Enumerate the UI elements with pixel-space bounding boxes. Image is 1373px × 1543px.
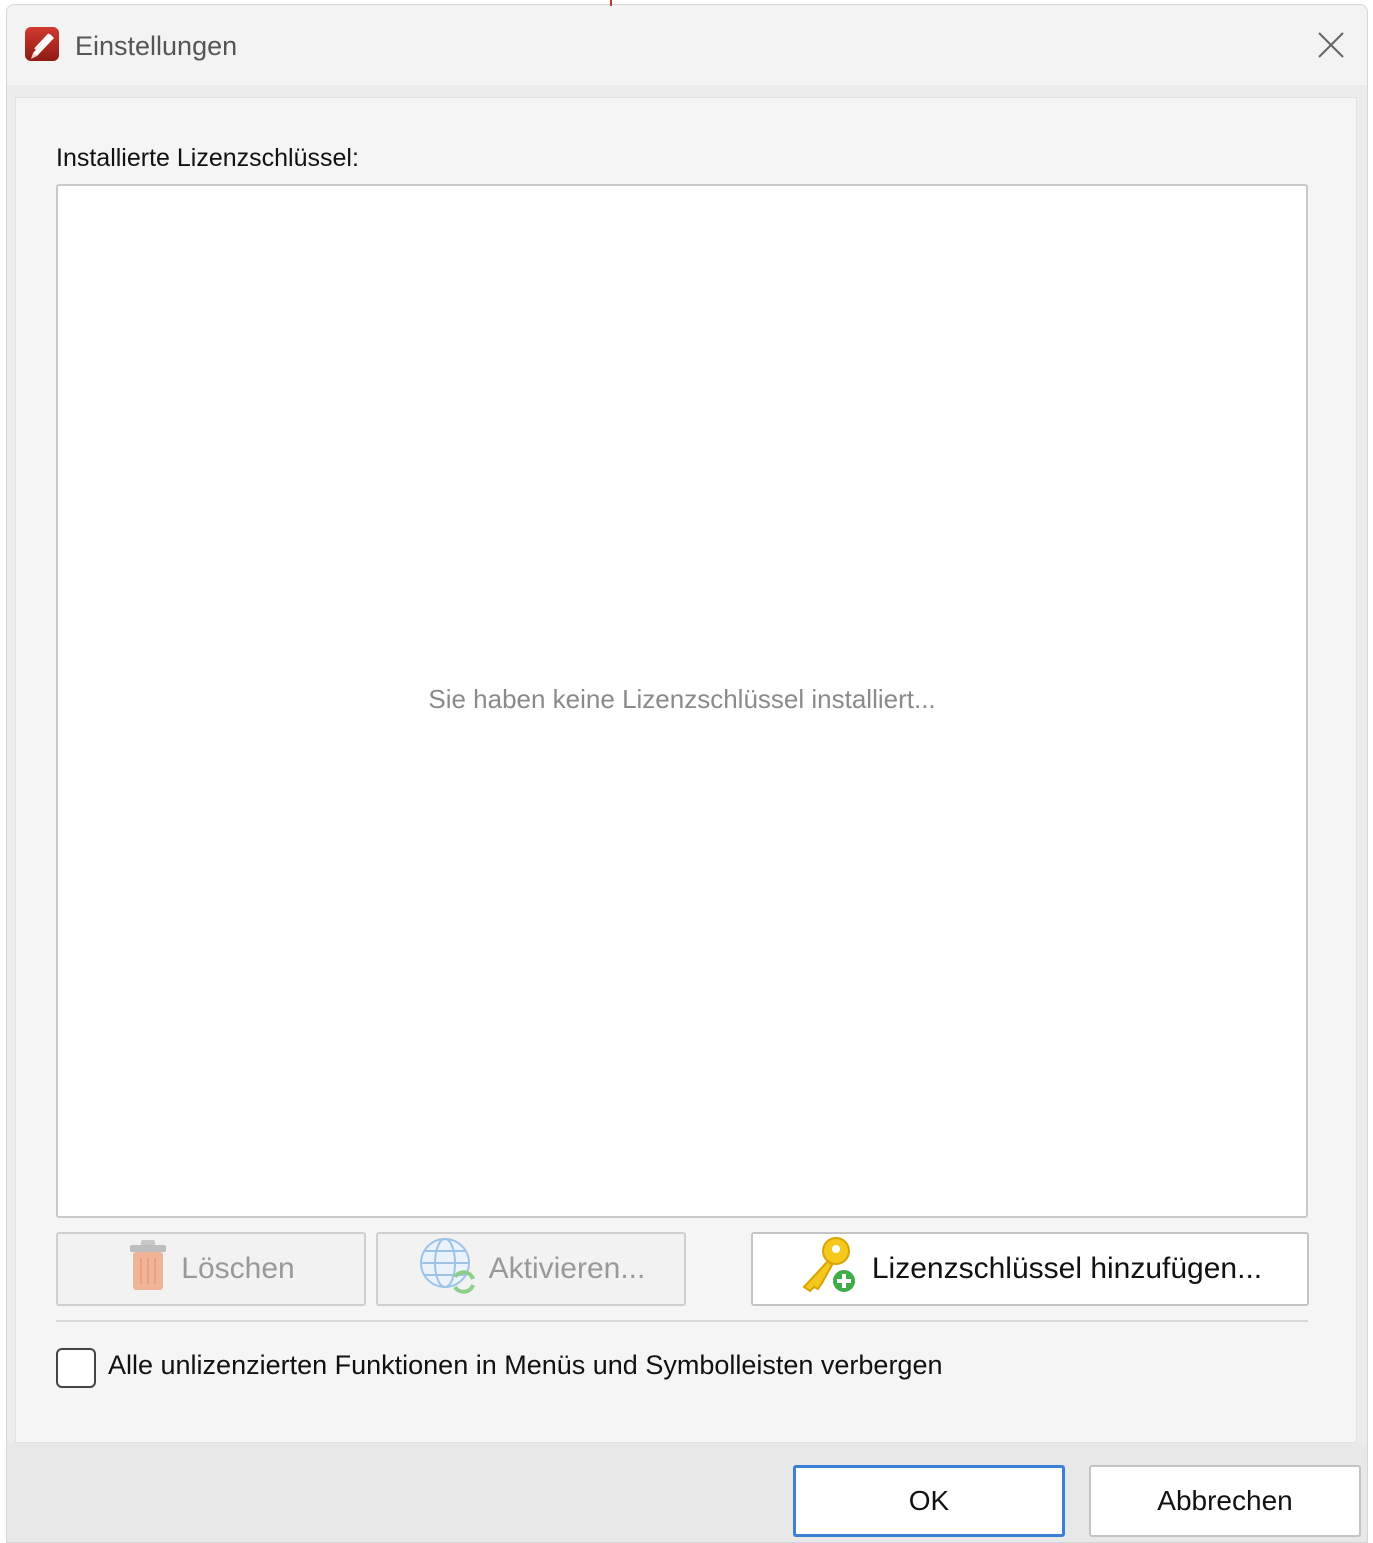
title-bar: Einstellungen [7,5,1367,85]
cancel-button[interactable]: Abbrechen [1089,1465,1361,1537]
close-icon[interactable] [1313,27,1349,63]
key-add-icon [798,1235,860,1303]
dialog-footer: OK Abbrechen [7,1443,1367,1542]
add-license-key-button[interactable]: Lizenzschlüssel hinzufügen... [751,1232,1309,1306]
license-panel: Installierte Lizenzschlüssel: Sie haben … [15,97,1357,1443]
window-title: Einstellungen [75,31,238,61]
divider [56,1320,1308,1322]
settings-dialog: Einstellungen Installierte Lizenzschlüss… [6,4,1368,1543]
license-list[interactable]: Sie haben keine Lizenzschlüssel installi… [56,184,1308,1218]
trash-icon [127,1238,169,1300]
window-edge-mark [610,0,612,6]
globe-sync-icon [417,1235,477,1303]
empty-list-message: Sie haben keine Lizenzschlüssel installi… [428,684,936,714]
hide-unlicensed-label[interactable]: Alle unlizenzierten Funktionen in Menüs … [108,1350,942,1381]
app-logo-icon [23,23,61,63]
delete-button-label: Löschen [181,1252,295,1285]
delete-button[interactable]: Löschen [56,1232,366,1306]
activate-button[interactable]: Aktivieren... [376,1232,686,1306]
activate-button-label: Aktivieren... [488,1252,646,1285]
ok-button[interactable]: OK [793,1465,1065,1537]
license-list-label: Installierte Lizenzschlüssel: [56,144,359,172]
add-license-key-label: Lizenzschlüssel hinzufügen... [871,1252,1263,1285]
hide-unlicensed-checkbox[interactable] [56,1348,96,1388]
